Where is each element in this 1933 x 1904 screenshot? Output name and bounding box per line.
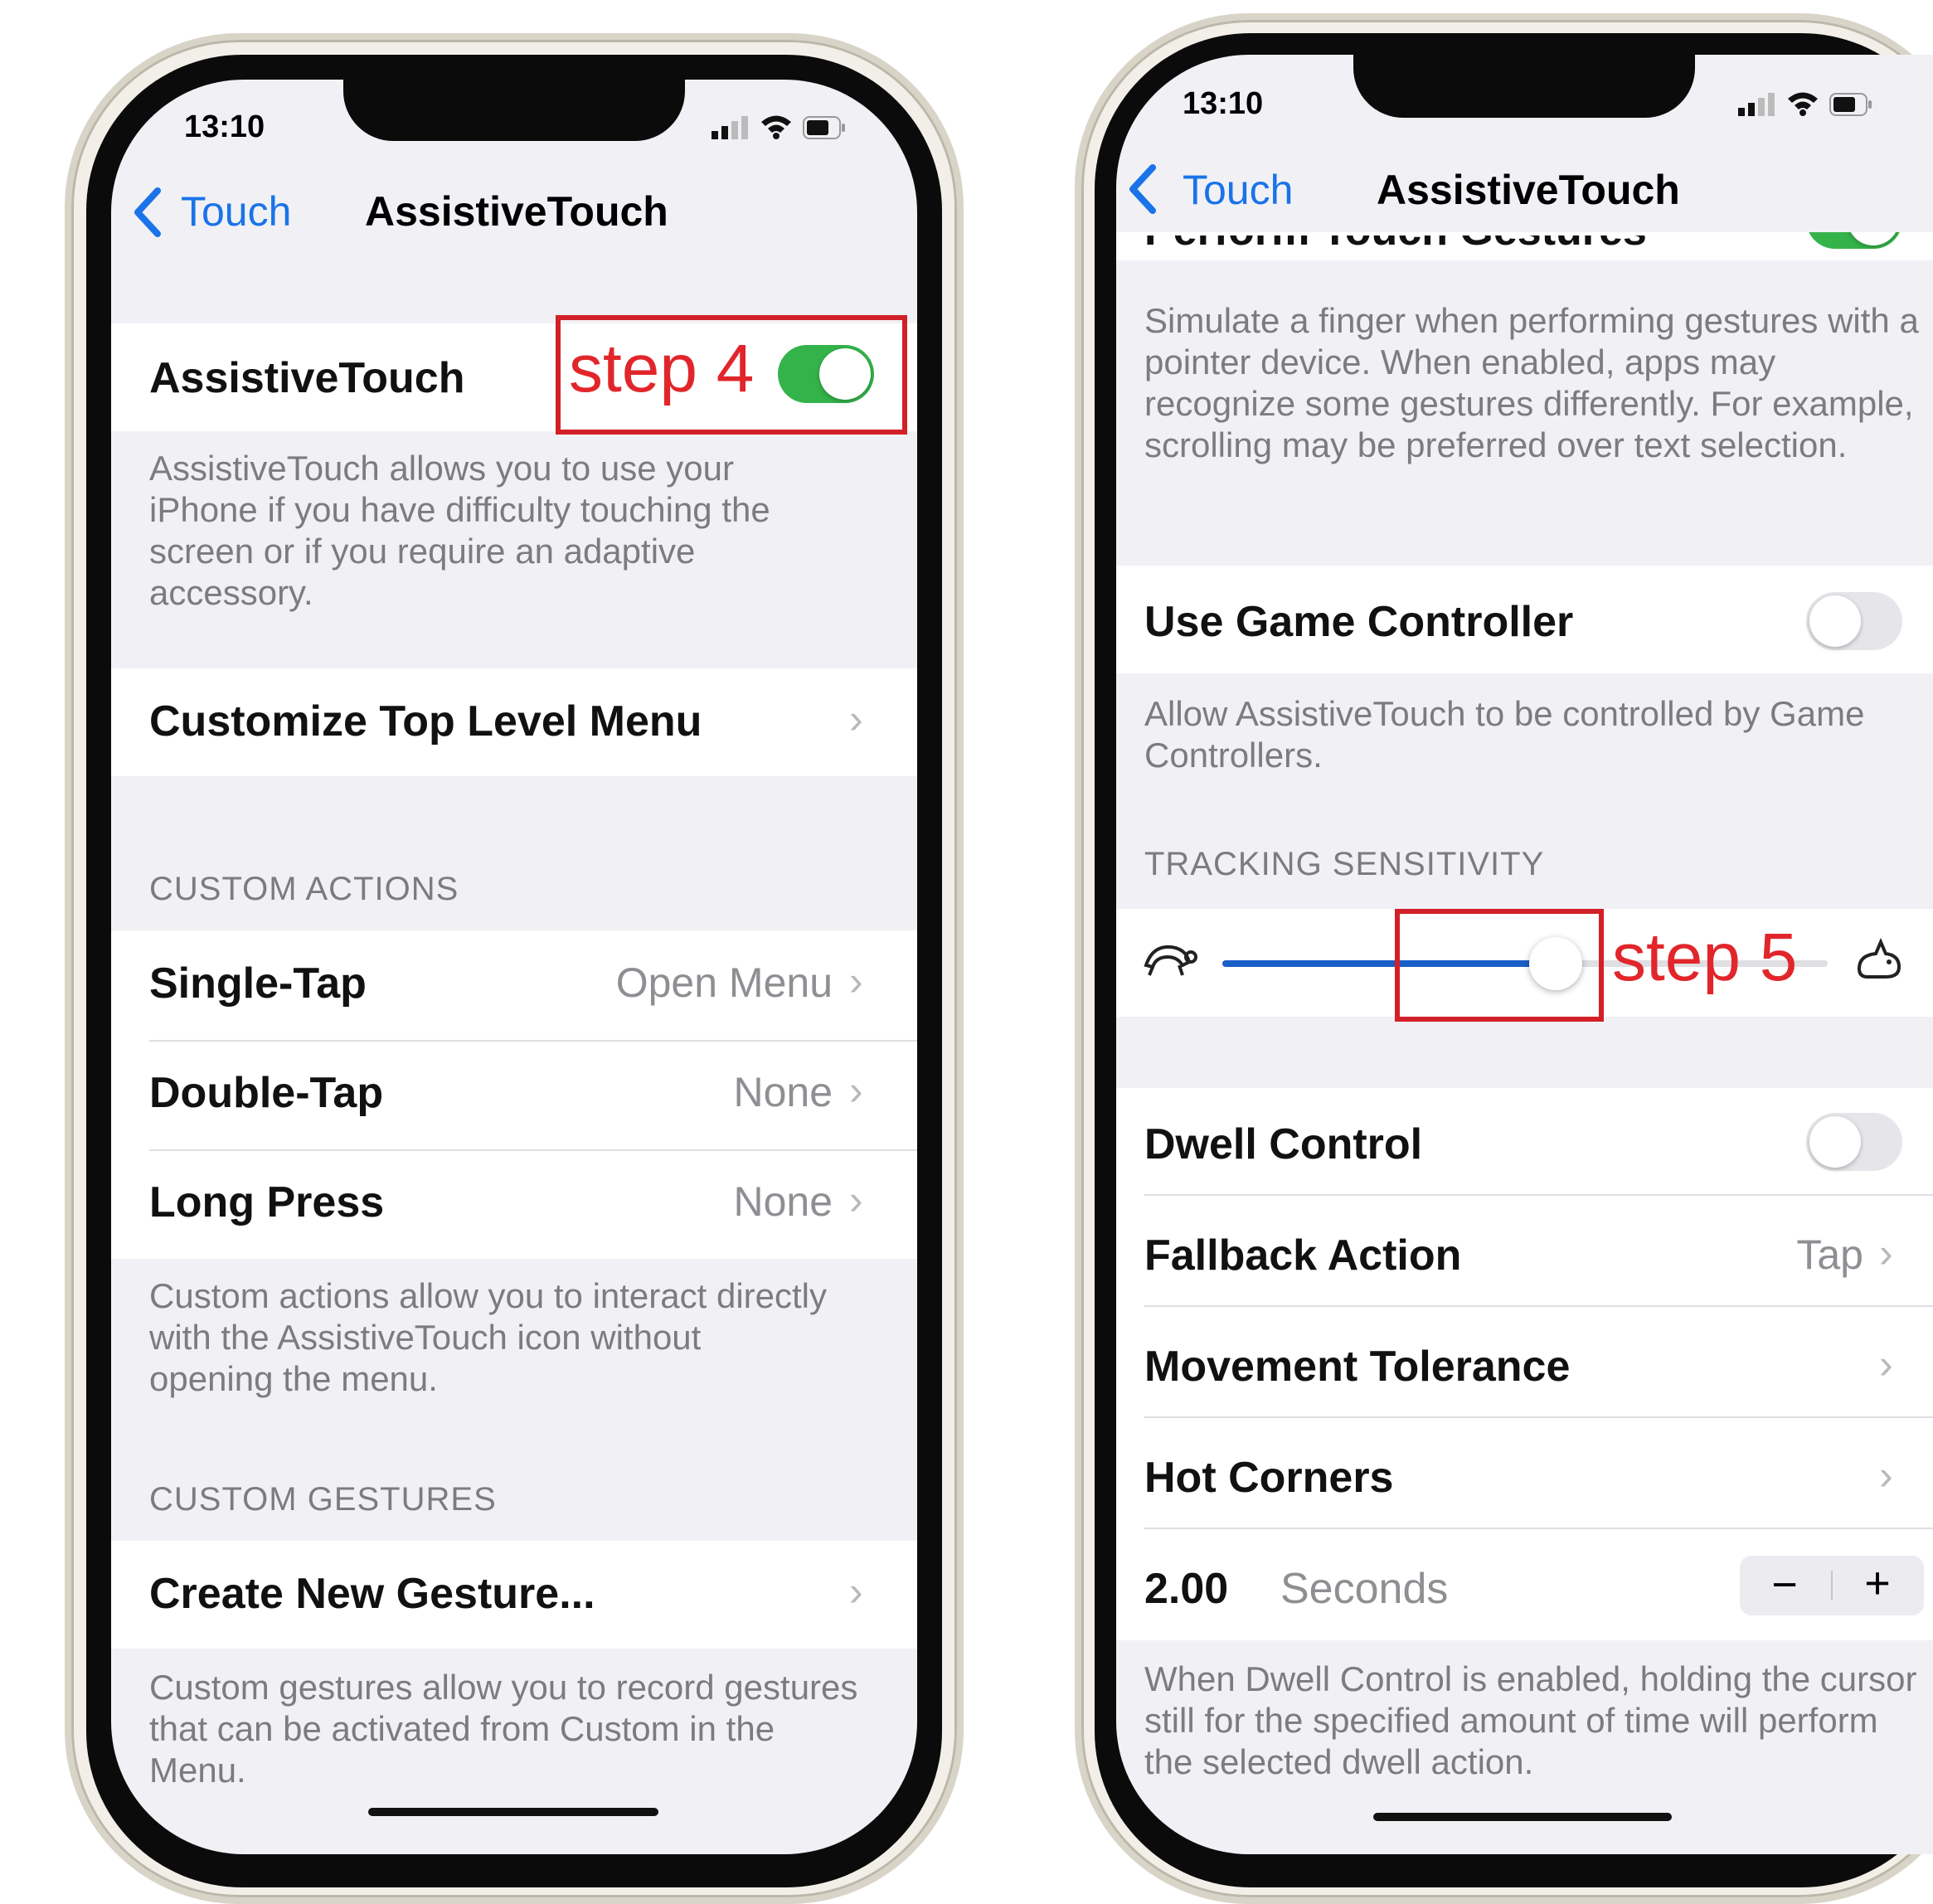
page-title: AssistiveTouch — [1377, 167, 1680, 213]
home-indicator[interactable] — [368, 1808, 658, 1816]
chevron-right-icon: › — [1879, 1341, 1893, 1387]
status-time: 13:10 — [184, 109, 265, 144]
action-label: Long Press — [149, 1178, 385, 1226]
step-5-highlight-box — [1395, 909, 1604, 1022]
stepper: − + — [1740, 1556, 1924, 1615]
stepper-divider — [1831, 1571, 1833, 1600]
home-indicator[interactable] — [1373, 1813, 1672, 1821]
dwell-control-label: Dwell Control — [1144, 1120, 1423, 1168]
divider — [149, 1040, 917, 1042]
status-time: 13:10 — [1183, 86, 1264, 121]
dwell-control-footer: When Dwell Control is enabled, holding t… — [1144, 1659, 1917, 1781]
dwell-time-value: 2.00 — [1144, 1565, 1229, 1613]
wifi-icon — [761, 115, 791, 139]
chevron-right-icon: › — [849, 696, 863, 742]
assistivetouch-label: AssistiveTouch — [149, 354, 465, 402]
fallback-action-label: Fallback Action — [1144, 1231, 1462, 1280]
divider — [1144, 1194, 1933, 1196]
chevron-right-icon: › — [849, 958, 863, 1004]
custom-gestures-header: CUSTOM GESTURES — [149, 1481, 497, 1518]
movement-tolerance-label: Movement Tolerance — [1144, 1343, 1571, 1391]
stepper-minus-button[interactable]: − — [1760, 1559, 1809, 1610]
chevron-right-icon: › — [849, 1568, 863, 1615]
stepper-plus-button[interactable]: + — [1853, 1557, 1902, 1609]
tracking-sensitivity-header: TRACKING SENSITIVITY — [1144, 846, 1545, 882]
create-gesture-label: Create New Gesture... — [149, 1570, 595, 1618]
chevron-right-icon: › — [849, 1067, 863, 1114]
step-5-annotation: step 5 — [1612, 920, 1798, 995]
divider — [149, 1149, 917, 1151]
game-controller-label: Use Game Controller — [1144, 598, 1574, 646]
page-title: AssistiveTouch — [365, 188, 668, 235]
assistivetouch-footer: AssistiveTouch allows you to use your iP… — [149, 449, 770, 612]
wifi-icon — [1788, 92, 1818, 116]
action-label: Double-Tap — [149, 1069, 384, 1117]
perform-gestures-toggle[interactable] — [1806, 232, 1902, 249]
perform-gestures-footer: Simulate a finger when performing gestur… — [1144, 301, 1919, 464]
signal-icon — [712, 116, 748, 139]
step-4-highlight-box — [556, 315, 907, 435]
notch — [343, 80, 685, 141]
custom-gestures-footer: Custom gestures allow you to record gest… — [149, 1668, 858, 1790]
back-button[interactable]: Touch — [1183, 166, 1293, 214]
divider — [1144, 1416, 1933, 1418]
chevron-right-icon: › — [849, 1177, 863, 1223]
turtle-icon — [1144, 945, 1197, 976]
battery-icon — [1829, 93, 1872, 116]
custom-actions-footer: Custom actions allow you to interact dir… — [149, 1276, 828, 1398]
custom-actions-header: CUSTOM ACTIONS — [149, 871, 459, 907]
signal-icon — [1738, 93, 1775, 116]
notch — [1353, 55, 1695, 118]
chevron-right-icon: › — [1879, 1230, 1893, 1276]
left-screen: 13:10 Touch AssistiveTouch AssistiveTouc… — [111, 80, 917, 1854]
customize-menu-label: Customize Top Level Menu — [149, 697, 702, 746]
divider — [1144, 1305, 1933, 1307]
rabbit-icon — [1857, 937, 1901, 979]
action-label: Single-Tap — [149, 959, 367, 1008]
action-value: Open Menu — [615, 959, 833, 1006]
game-controller-footer: Allow AssistiveTouch to be controlled by… — [1144, 694, 1865, 775]
divider — [1144, 1528, 1933, 1529]
dwell-control-toggle[interactable] — [1806, 1113, 1902, 1171]
fallback-action-value: Tap — [1796, 1231, 1863, 1278]
battery-icon — [803, 116, 845, 139]
back-chevron-icon[interactable] — [1128, 164, 1158, 214]
game-controller-toggle[interactable] — [1806, 592, 1902, 650]
action-value: None — [733, 1178, 833, 1225]
dwell-time-unit: Seconds — [1280, 1565, 1449, 1613]
hot-corners-label: Hot Corners — [1144, 1454, 1394, 1502]
chevron-right-icon: › — [1879, 1452, 1893, 1498]
back-chevron-icon[interactable] — [133, 187, 163, 237]
action-value: None — [733, 1069, 833, 1115]
right-screen: 13:10 Touch AssistiveTouch Perform Touch… — [1116, 55, 1933, 1854]
back-button[interactable]: Touch — [181, 187, 291, 236]
